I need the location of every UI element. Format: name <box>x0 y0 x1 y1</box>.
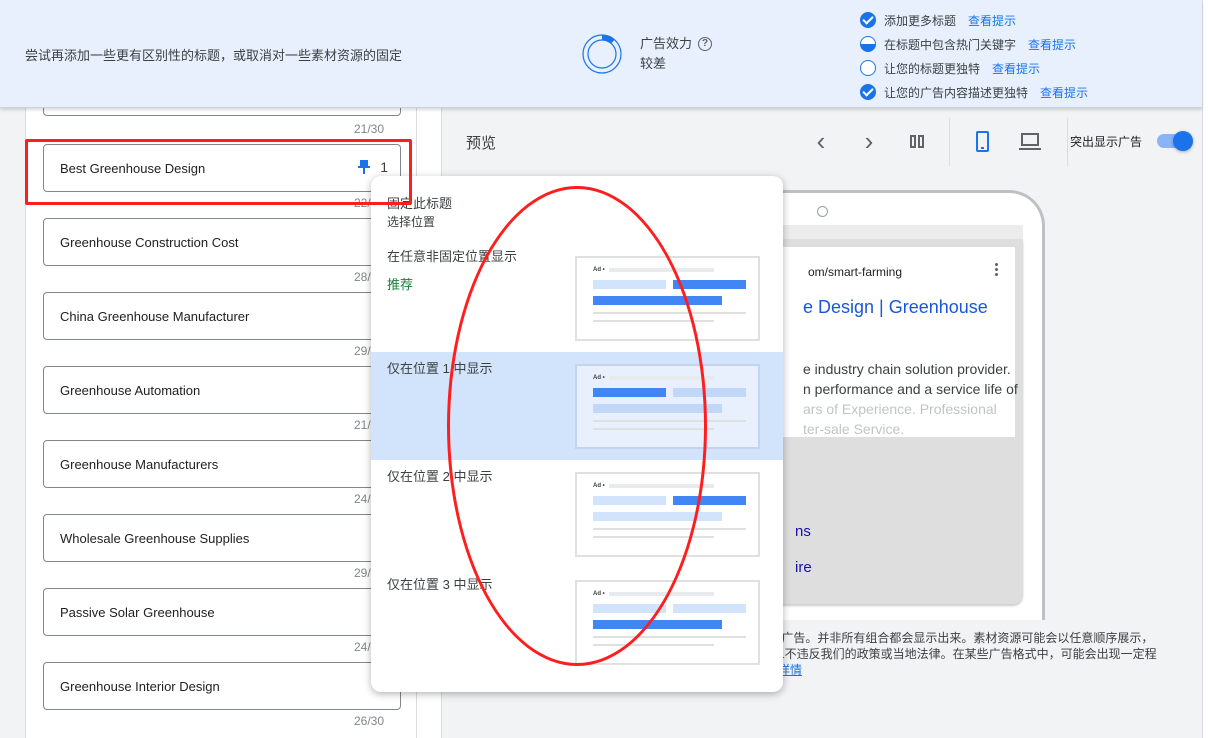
headline-input[interactable]: Passive Solar Greenhouse <box>43 588 401 636</box>
option-label: 仅在位置 1 中显示 <box>387 361 493 376</box>
view-tip-link[interactable]: 查看提示 <box>992 60 1040 77</box>
tip-text: 让您的标题更独特 <box>884 61 981 76</box>
ad-description: e industry chain solution provider. n pe… <box>803 359 1033 439</box>
disclaimer-line: ]广告。并非所有组合都会显示出来。素材资源可能会以任意顺序展示， <box>778 631 1154 645</box>
smartphone-icon <box>975 130 989 152</box>
char-counter: 21/30 <box>353 122 384 136</box>
tip-item: 让您的标题更独特 查看提示 <box>860 56 1088 80</box>
headline-input[interactable]: Greenhouse Manufacturers <box>43 440 401 488</box>
sitelink[interactable]: ns <box>795 523 811 540</box>
pin-icon[interactable] <box>358 159 371 175</box>
headline-input[interactable]: Greenhouse Automation <box>43 366 401 414</box>
toolbar-divider <box>949 118 950 166</box>
popover-title: 固定此标题 <box>387 196 453 211</box>
mobile-view-button[interactable] <box>967 126 997 156</box>
headlines-panel: 21/30 Best Greenhouse Design 1 22/30 Gre… <box>25 68 417 738</box>
desktop-view-button[interactable] <box>1015 126 1045 156</box>
app-root: 尝试再添加一些更有区别性的标题，或取消对一些素材资源的固定 广告效力 ? 较差 … <box>0 0 1208 738</box>
scrollbar[interactable] <box>1202 0 1208 738</box>
headline-input[interactable]: Greenhouse Interior Design <box>43 662 401 710</box>
pin-position-popover: 固定此标题 选择位置 在任意非固定位置显示 推荐 Ad • 仅在位置 1 中显示… <box>371 176 783 692</box>
ad-headline[interactable]: e Design | Greenhouse <box>803 297 988 318</box>
headline-text: Greenhouse Construction Cost <box>60 234 239 250</box>
headline-text: Greenhouse Automation <box>60 382 201 398</box>
ad-layout-thumbnail: Ad • <box>575 256 760 341</box>
pin-option-any[interactable]: 在任意非固定位置显示 推荐 Ad • <box>371 246 783 354</box>
thumb-ad-label: Ad • <box>593 267 605 273</box>
headline-text: Greenhouse Manufacturers <box>60 456 219 472</box>
ad-desc-line: ter-sale Service. <box>803 421 905 437</box>
highlight-ads-label: 突出显示广告 <box>1070 135 1143 149</box>
check-circle-icon <box>860 84 876 100</box>
next-button[interactable]: › <box>854 126 884 156</box>
help-icon[interactable]: ? <box>698 37 713 51</box>
toolbar-divider <box>1067 118 1068 166</box>
empty-circle-icon <box>860 60 876 76</box>
tip-text: 在标题中包含热门关键字 <box>884 37 1017 52</box>
tip-item: 添加更多标题 查看提示 <box>860 8 1088 32</box>
headline-text: Best Greenhouse Design <box>60 160 206 176</box>
ad-strength: 广告效力 ? 较差 <box>580 32 713 76</box>
headline-input[interactable]: Greenhouse Construction Cost <box>43 218 401 266</box>
ad-layout-thumbnail: Ad • <box>575 364 760 449</box>
option-label: 仅在位置 3 中显示 <box>387 577 493 592</box>
headline-text: Passive Solar Greenhouse <box>60 604 215 620</box>
char-counter: 26/30 <box>353 714 384 728</box>
previous-button[interactable]: ‹ <box>806 126 836 156</box>
laptop-icon <box>1019 132 1041 150</box>
headline-input-pinned[interactable]: Best Greenhouse Design 1 <box>43 144 401 192</box>
preview-toolbar: 预览 ‹ › 突出显示广告 <box>443 108 1202 174</box>
banner-message: 尝试再添加一些更有区别性的标题，或取消对一些素材资源的固定 <box>25 48 403 63</box>
half-circle-icon <box>860 36 876 52</box>
more-vert-icon[interactable] <box>995 263 999 278</box>
ad-strength-ring-icon <box>582 34 622 74</box>
pin-option-position-3[interactable]: 仅在位置 3 中显示 Ad • <box>371 568 783 676</box>
ad-desc-line: e industry chain solution provider. <box>803 361 1011 377</box>
columns-icon <box>910 134 924 148</box>
popover-subtitle: 选择位置 <box>387 215 436 229</box>
view-tip-link[interactable]: 查看提示 <box>968 12 1016 29</box>
view-tip-link[interactable]: 查看提示 <box>1040 84 1088 101</box>
ad-strength-banner: 尝试再添加一些更有区别性的标题，或取消对一些素材资源的固定 广告效力 ? 较差 … <box>0 0 1202 108</box>
preview-title: 预览 <box>466 135 497 152</box>
option-label: 仅在位置 2 中显示 <box>387 469 493 484</box>
thumb-ad-label: Ad • <box>593 591 605 597</box>
split-view-button[interactable] <box>902 126 932 156</box>
ad-desc-line: ars of Experience. Professional <box>803 401 997 417</box>
headline-text: Wholesale Greenhouse Supplies <box>60 530 250 546</box>
preview-disclaimer: ]广告。并非所有组合都会显示出来。素材资源可能会以任意顺序展示， 1不违反我们的… <box>778 630 1178 678</box>
thumb-ad-label: Ad • <box>593 483 605 489</box>
tips-list: 添加更多标题 查看提示 在标题中包含热门关键字 查看提示 让您的标题更独特 查看… <box>860 8 1088 104</box>
tip-item: 在标题中包含热门关键字 查看提示 <box>860 32 1088 56</box>
recommended-label: 推荐 <box>387 277 414 292</box>
thumb-ad-label: Ad • <box>593 375 605 381</box>
headline-text: Greenhouse Interior Design <box>60 678 220 694</box>
ad-layout-thumbnail: Ad • <box>575 580 760 665</box>
pin-control[interactable]: 1 <box>358 159 388 175</box>
ad-strength-label: 广告效力 <box>640 36 693 51</box>
headline-input[interactable]: China Greenhouse Manufacturer <box>43 292 401 340</box>
highlight-ads-toggle[interactable] <box>1157 131 1193 151</box>
headline-input[interactable]: Wholesale Greenhouse Supplies <box>43 514 401 562</box>
ad-strength-value: 较差 <box>640 56 667 71</box>
option-label: 在任意非固定位置显示 <box>387 249 518 264</box>
ad-desc-line: n performance and a service life of <box>803 381 1018 397</box>
headline-text: China Greenhouse Manufacturer <box>60 308 250 324</box>
chevron-left-icon: ‹ <box>816 125 826 156</box>
tip-text: 让您的广告内容描述更独特 <box>884 85 1029 100</box>
view-tip-link[interactable]: 查看提示 <box>1028 36 1076 53</box>
chevron-right-icon: › <box>864 125 874 156</box>
pin-option-position-2[interactable]: 仅在位置 2 中显示 Ad • <box>371 460 783 568</box>
pin-position: 1 <box>380 159 388 175</box>
ad-display-url: om/smart-farming <box>808 265 903 279</box>
phone-camera-icon <box>817 206 828 217</box>
check-circle-icon <box>860 12 876 28</box>
tip-text: 添加更多标题 <box>884 13 957 28</box>
pin-option-position-1[interactable]: 仅在位置 1 中显示 Ad • <box>371 352 783 460</box>
disclaimer-line: 1不违反我们的政策或当地法律。在某些广告格式中，可能会出现一定程 <box>778 647 1157 661</box>
tip-item: 让您的广告内容描述更独特 查看提示 <box>860 80 1088 104</box>
ad-layout-thumbnail: Ad • <box>575 472 760 557</box>
sitelink[interactable]: ire <box>795 559 812 576</box>
